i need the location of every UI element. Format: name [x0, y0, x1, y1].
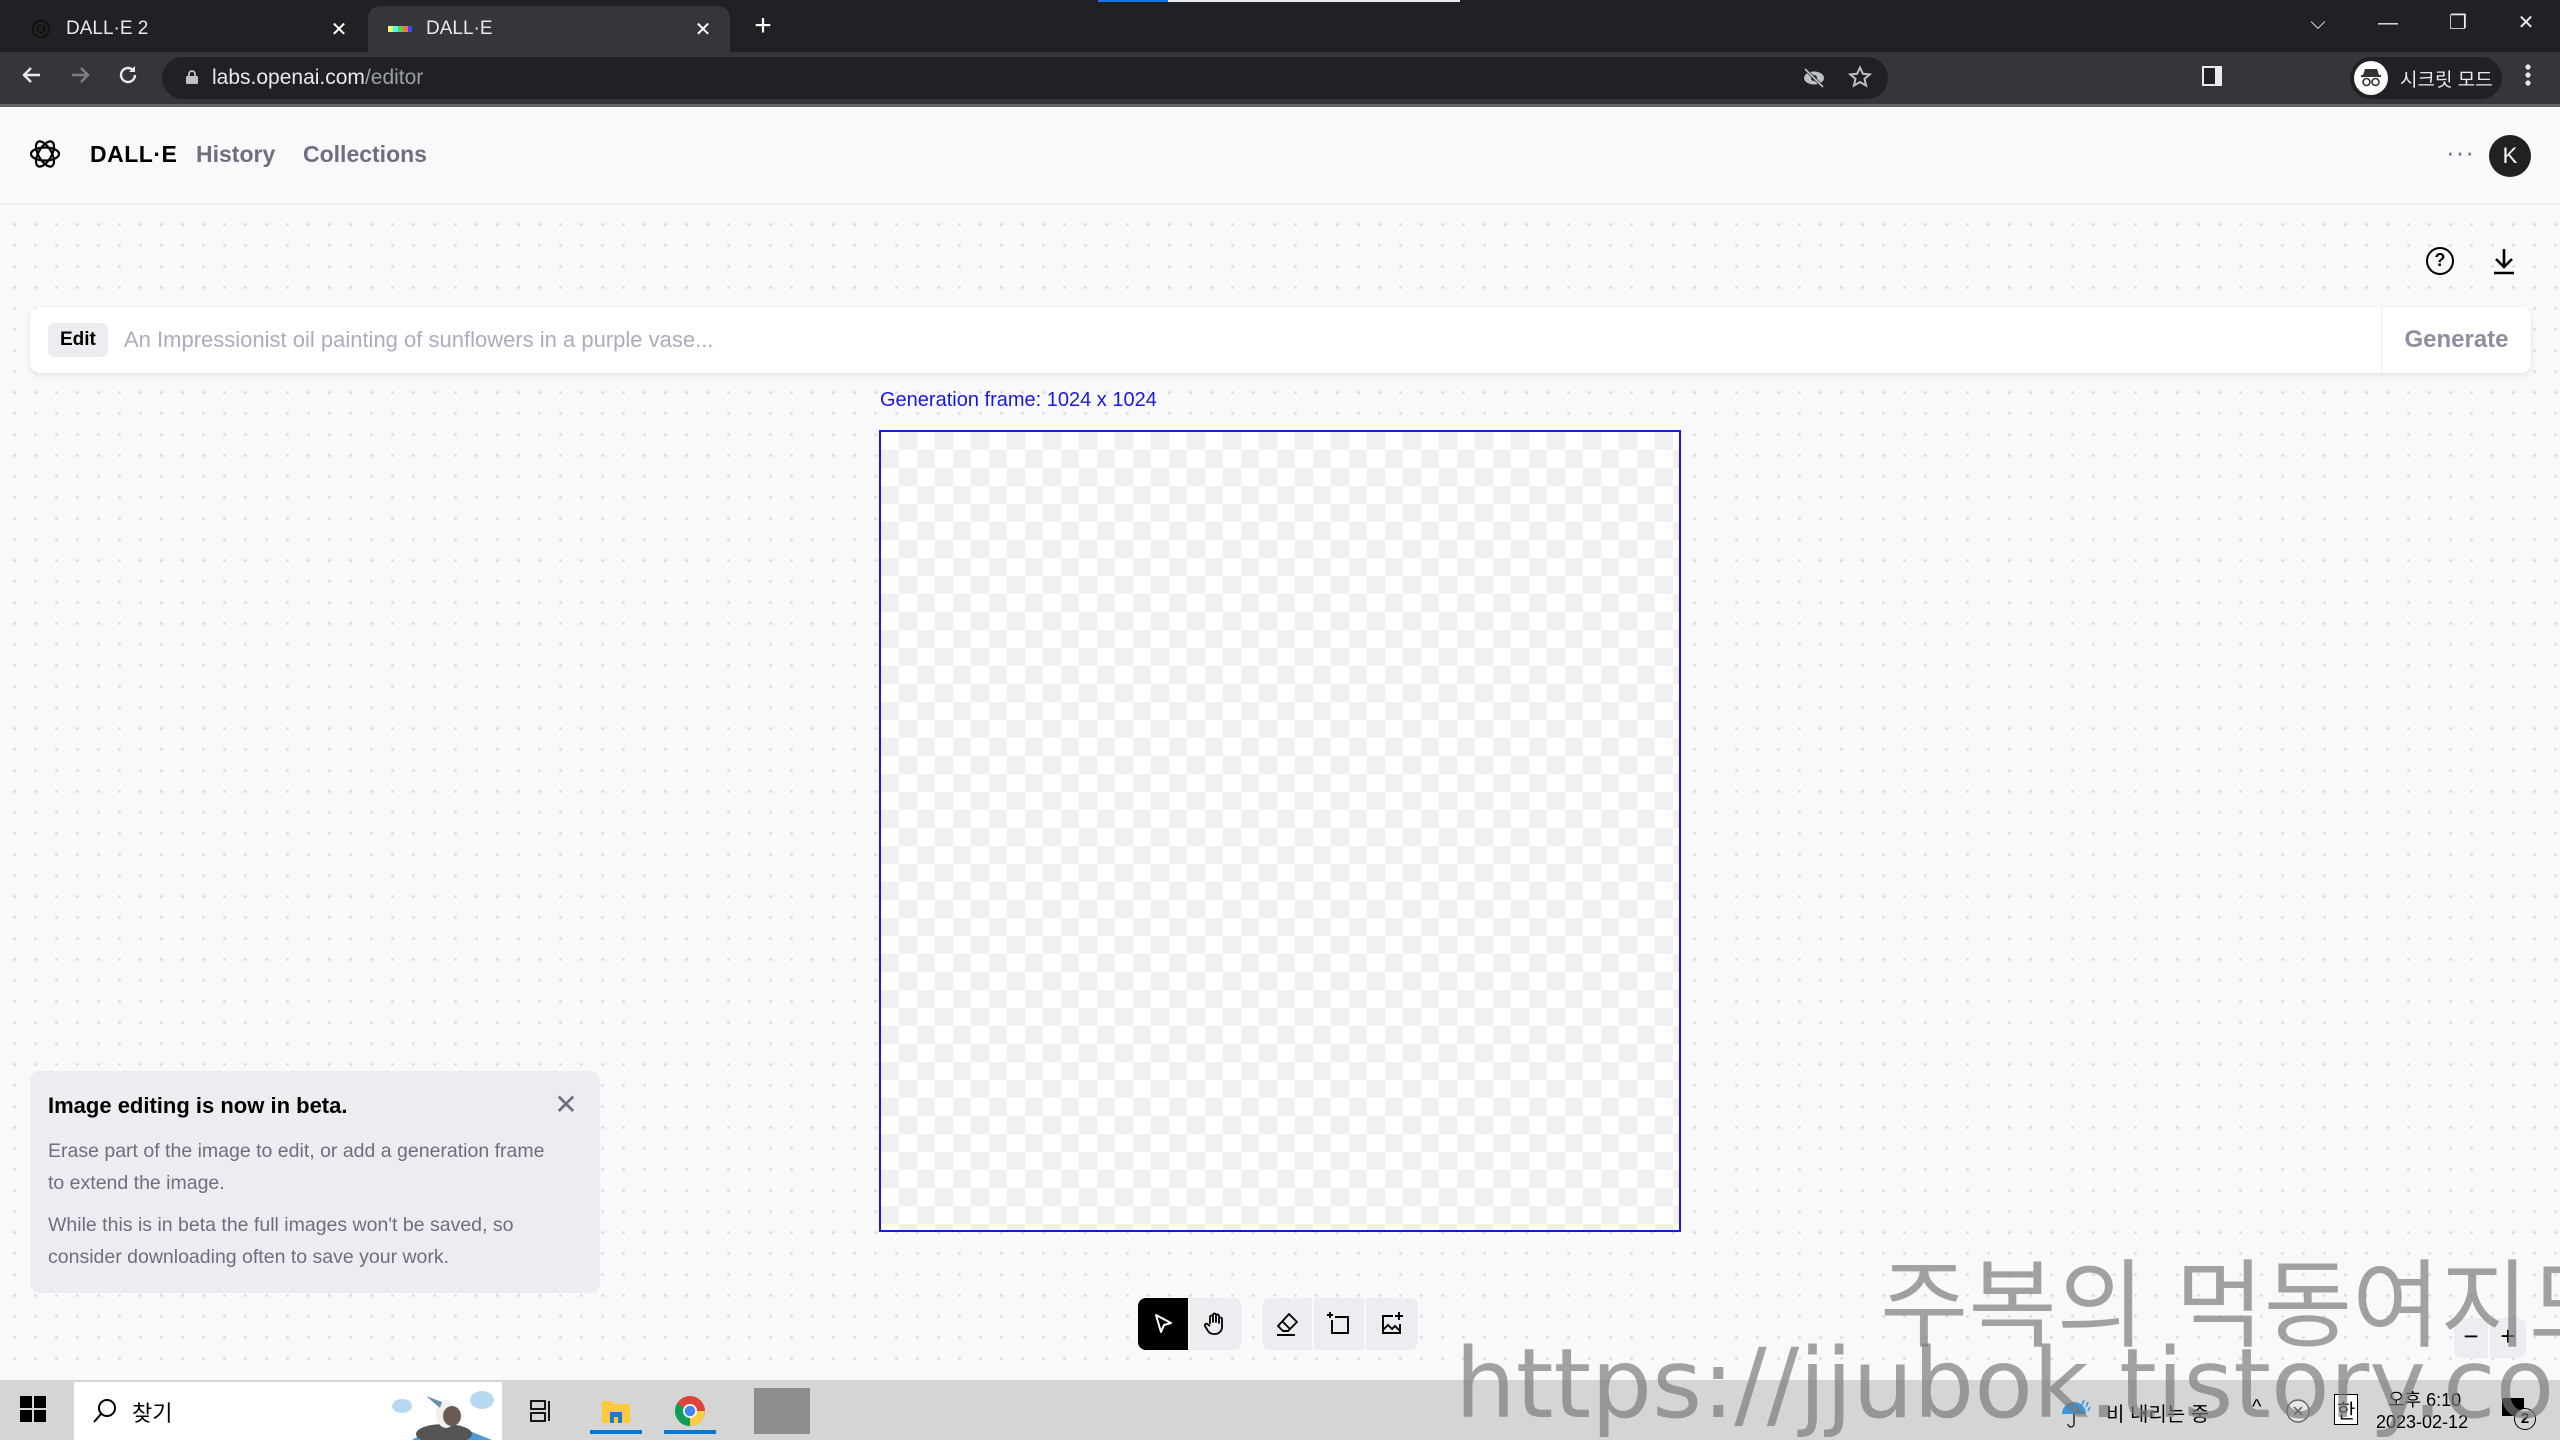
side-panel-button[interactable]	[2196, 62, 2228, 94]
back-button[interactable]	[16, 62, 48, 94]
bookmark-star-icon[interactable]	[1848, 65, 1872, 89]
beta-notice-text: While this is in beta the full images wo…	[48, 1214, 514, 1268]
close-tab-icon[interactable]: ✕	[690, 16, 716, 42]
arrow-left-icon	[22, 67, 40, 83]
dalle-editor: DALL·E History Collections ··· K ? Edit …	[0, 107, 2560, 1373]
clock-date[interactable]: 2023-02-12	[2376, 1412, 2468, 1433]
chrome-taskbar-button[interactable]	[664, 1388, 716, 1434]
chrome-menu-button[interactable]	[2512, 62, 2544, 94]
close-icon[interactable]: ✕	[552, 1091, 580, 1119]
eye-off-icon[interactable]	[1802, 68, 1826, 88]
side-panel-icon	[2202, 66, 2222, 86]
tool-group-navigation	[1138, 1298, 1242, 1350]
tab-loading-indicator	[1098, 0, 1460, 2]
restore-button[interactable]: ❐	[2438, 8, 2478, 38]
browser-tab-strip: DALL·E 2 ✕ DALL·E ✕ + ⌵ — ❐ ✕	[0, 0, 2560, 52]
task-view-button[interactable]	[514, 1388, 566, 1434]
download-icon[interactable]	[2492, 247, 2516, 275]
system-tray: 비 내리는 중 ^ 한 오후 6:10 2023-02-12 2	[2000, 1380, 2560, 1440]
rain-weather-icon	[2062, 1399, 2091, 1428]
close-window-button[interactable]: ✕	[2506, 8, 2546, 38]
incognito-profile-button[interactable]: 시크릿 모드	[2350, 57, 2502, 99]
lock-icon	[186, 70, 198, 84]
weather-text[interactable]: 비 내리는 중	[2106, 1398, 2209, 1427]
search-icon	[93, 1399, 116, 1423]
eraser-tool-button[interactable]	[1262, 1298, 1314, 1350]
edit-mode-badge: Edit	[48, 323, 108, 357]
browser-tab-dalle[interactable]: DALL·E ✕	[368, 6, 730, 52]
zoom-out-button[interactable]: −	[2454, 1318, 2490, 1358]
reload-button[interactable]	[112, 62, 144, 94]
taskbar-search-box[interactable]: 찾기	[74, 1382, 502, 1440]
tool-group-edit	[1262, 1298, 1418, 1350]
app-header: DALL·E History Collections ··· K	[0, 107, 2560, 205]
eraser-icon	[1277, 1313, 1298, 1336]
add-frame-icon	[1327, 1312, 1349, 1334]
hand-icon	[1203, 1312, 1223, 1335]
folder-icon	[602, 1401, 630, 1423]
clock-time[interactable]: 오후 6:10	[2388, 1386, 2461, 1412]
tab-search-icon[interactable]: ⌵	[2298, 8, 2338, 38]
nav-collections-link[interactable]: Collections	[303, 141, 427, 168]
tab-title: DALL·E	[426, 18, 493, 39]
reload-icon	[119, 66, 137, 84]
status-close-circle-icon[interactable]	[2285, 1398, 2311, 1424]
cursor-arrow-icon	[1155, 1314, 1172, 1333]
notification-count-badge: 2	[2514, 1408, 2536, 1430]
tray-overflow-chevron[interactable]: ^	[2252, 1396, 2261, 1419]
pan-tool-button[interactable]	[1190, 1298, 1242, 1350]
beta-notice-title: Image editing is now in beta.	[48, 1093, 348, 1118]
ime-indicator[interactable]: 한	[2334, 1394, 2359, 1425]
running-indicator	[664, 1430, 716, 1434]
kebab-menu-icon	[2525, 64, 2531, 86]
taskbar-app-thumbnail[interactable]	[754, 1388, 810, 1434]
add-image-icon	[1382, 1312, 1403, 1334]
nav-history-link[interactable]: History	[196, 141, 275, 168]
new-tab-button[interactable]: +	[748, 11, 778, 42]
windows-start-icon[interactable]	[20, 1396, 46, 1422]
user-avatar[interactable]: K	[2489, 135, 2531, 177]
more-options-button[interactable]: ···	[2446, 137, 2475, 168]
generation-frame-label: Generation frame: 1024 x 1024	[880, 389, 1157, 411]
beta-notice: Image editing is now in beta. Erase part…	[30, 1071, 600, 1293]
beta-notice-text: Erase part of the image to edit, or add …	[48, 1140, 545, 1194]
editor-toolbar	[1138, 1298, 1438, 1350]
help-button[interactable]: ?	[2426, 247, 2454, 275]
url-text[interactable]: labs.openai.com/editor	[212, 66, 423, 90]
openai-logo-icon[interactable]	[28, 137, 62, 171]
select-tool-button[interactable]	[1138, 1298, 1190, 1350]
chrome-icon	[674, 1396, 705, 1426]
address-bar[interactable]: labs.openai.com/editor	[162, 57, 1888, 99]
brand-home-link[interactable]: DALL·E	[90, 141, 177, 168]
url-path: /editor	[364, 66, 424, 89]
generation-frame-canvas[interactable]	[879, 430, 1681, 1232]
task-view-icon	[530, 1400, 550, 1422]
search-label: 찾기	[132, 1401, 173, 1426]
incognito-label: 시크릿 모드	[2400, 69, 2493, 91]
dalle-color-strip-icon	[388, 26, 412, 32]
close-tab-icon[interactable]: ✕	[326, 16, 352, 42]
forward-button[interactable]	[64, 62, 96, 94]
openai-logo-icon	[31, 19, 51, 39]
file-explorer-button[interactable]	[590, 1388, 642, 1434]
zoom-in-button[interactable]: +	[2490, 1318, 2526, 1358]
minimize-button[interactable]: —	[2368, 8, 2408, 38]
zoom-controls: − +	[2454, 1318, 2526, 1358]
arrow-right-icon	[72, 67, 90, 83]
incognito-icon	[2354, 61, 2388, 95]
prompt-input[interactable]	[124, 319, 2384, 361]
url-host: labs.openai.com	[212, 66, 365, 89]
running-indicator	[590, 1430, 642, 1434]
search-highlight-bird-icon	[392, 1391, 494, 1440]
browser-tab-dalle-2[interactable]: DALL·E 2 ✕	[14, 6, 366, 52]
add-generation-frame-button[interactable]	[1314, 1298, 1366, 1350]
prompt-bar: Edit Generate	[30, 307, 2531, 373]
tab-title: DALL·E 2	[66, 18, 149, 39]
generate-button[interactable]: Generate	[2381, 307, 2531, 373]
windows-taskbar: 찾기 비 내리는 중 ^ 한 오후 6:10 2023-02-12 2	[0, 1380, 2560, 1440]
upload-image-button[interactable]	[1366, 1298, 1418, 1350]
